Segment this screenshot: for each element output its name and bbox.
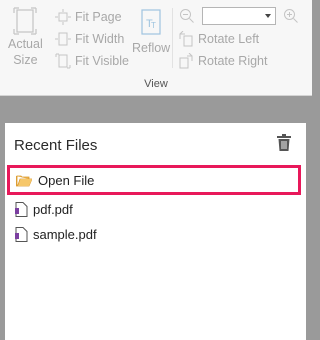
reflow-button[interactable]: T T Reflow [132, 8, 170, 56]
chevron-down-icon [265, 14, 271, 18]
open-file-label: Open File [38, 172, 95, 188]
actual-size-label-line2: Size [13, 53, 38, 67]
actual-size-label-line1: Actual [8, 37, 43, 51]
ribbon-separator [172, 8, 173, 68]
recent-file-name: sample.pdf [33, 227, 97, 242]
fit-width-label: Fit Width [75, 32, 125, 46]
fit-page-label: Fit Page [75, 10, 122, 24]
trash-icon[interactable] [277, 134, 291, 151]
rotate-left-button[interactable]: Rotate Left [178, 29, 259, 49]
fit-visible-icon [55, 53, 71, 69]
actual-size-button[interactable]: Actual Size [8, 6, 43, 68]
svg-text:T: T [151, 21, 156, 30]
view-ribbon: Actual Size Fit Page Fit Width Fit Visib… [0, 0, 312, 96]
reflow-icon: T T [141, 9, 161, 35]
recent-file-item[interactable]: pdf.pdf [15, 202, 73, 217]
open-file-button[interactable]: Open File [7, 165, 301, 195]
recent-file-name: pdf.pdf [33, 202, 73, 217]
pdf-file-icon [15, 202, 28, 217]
fit-visible-label: Fit Visible [75, 54, 129, 68]
rotate-left-icon [179, 31, 193, 47]
fit-page-icon [55, 9, 71, 25]
fit-visible-button[interactable]: Fit Visible [55, 51, 129, 71]
rotate-left-label: Rotate Left [198, 32, 260, 46]
fit-width-icon [55, 32, 71, 46]
fit-width-button[interactable]: Fit Width [55, 29, 124, 49]
zoom-in-icon[interactable] [283, 8, 299, 24]
rotate-right-label: Rotate Right [198, 54, 268, 68]
recent-files-panel: Recent Files Open File pdf.pdf sample.pd… [5, 123, 306, 340]
pdf-file-icon [15, 227, 28, 242]
folder-icon [16, 175, 32, 186]
view-group-label: View [144, 78, 168, 90]
rotate-right-button[interactable]: Rotate Right [178, 51, 267, 71]
zoom-level-select[interactable] [202, 7, 276, 25]
actual-size-icon [13, 7, 37, 35]
reflow-label: Reflow [132, 41, 171, 55]
zoom-out-icon[interactable] [179, 8, 195, 24]
rotate-right-icon [179, 53, 193, 69]
fit-page-button[interactable]: Fit Page [55, 7, 122, 27]
recent-files-title: Recent Files [14, 137, 98, 154]
recent-file-item[interactable]: sample.pdf [15, 227, 97, 242]
